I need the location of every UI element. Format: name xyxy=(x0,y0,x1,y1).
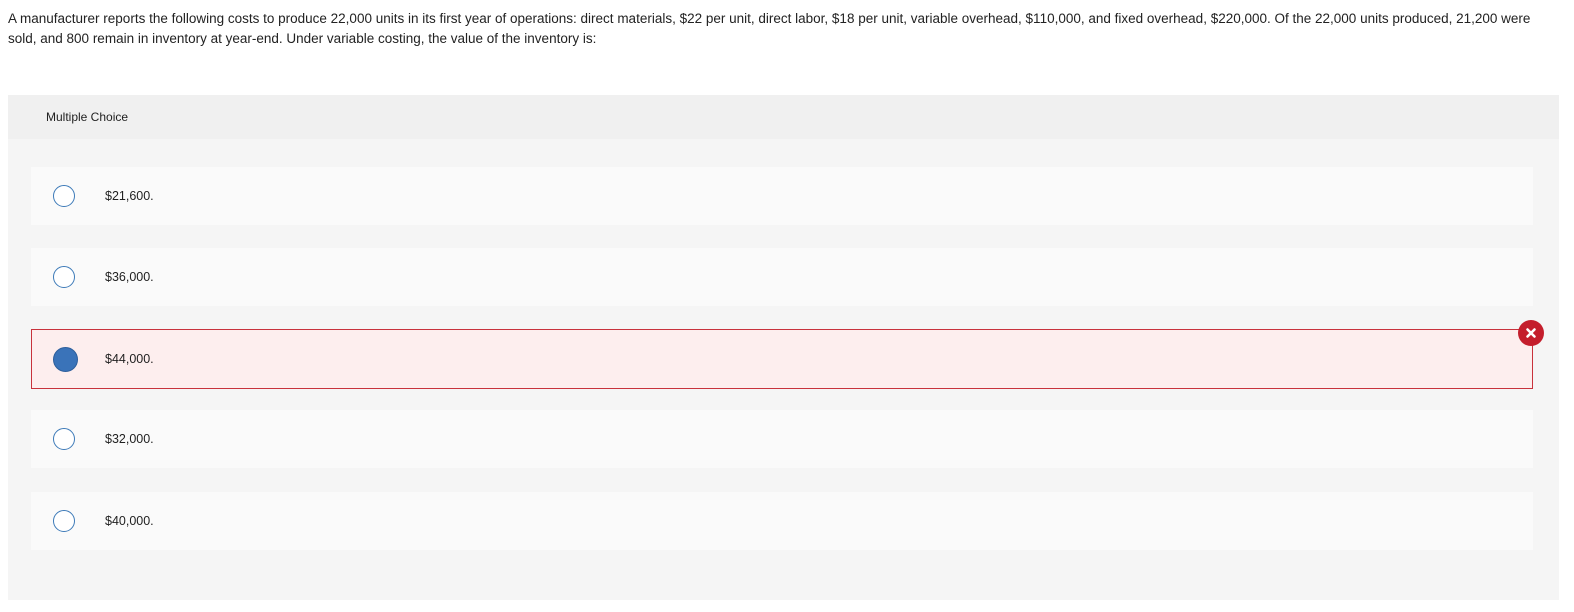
multiple-choice-panel: Multiple Choice $21,600. $36,000. $44,00… xyxy=(8,95,1559,600)
panel-header-label: Multiple Choice xyxy=(46,110,129,124)
x-circle-icon xyxy=(1518,320,1544,346)
radio-button[interactable] xyxy=(53,510,75,532)
choice-option-a[interactable]: $21,600. xyxy=(31,167,1533,225)
radio-button-selected[interactable] xyxy=(53,346,78,372)
choice-option-b[interactable]: $36,000. xyxy=(31,248,1533,306)
choice-label: $32,000. xyxy=(105,432,154,446)
choice-label: $36,000. xyxy=(105,270,154,284)
radio-button[interactable] xyxy=(53,428,75,450)
choice-label: $21,600. xyxy=(105,189,154,203)
radio-button[interactable] xyxy=(53,185,75,207)
choice-label: $40,000. xyxy=(105,514,154,528)
choice-label: $44,000. xyxy=(105,352,154,366)
panel-header: Multiple Choice xyxy=(8,95,1559,139)
choice-option-d[interactable]: $32,000. xyxy=(31,410,1533,468)
choice-option-c[interactable]: $44,000. xyxy=(31,329,1533,389)
question-text: A manufacturer reports the following cos… xyxy=(8,11,1531,46)
radio-button[interactable] xyxy=(53,266,75,288)
choice-option-e[interactable]: $40,000. xyxy=(31,492,1533,550)
